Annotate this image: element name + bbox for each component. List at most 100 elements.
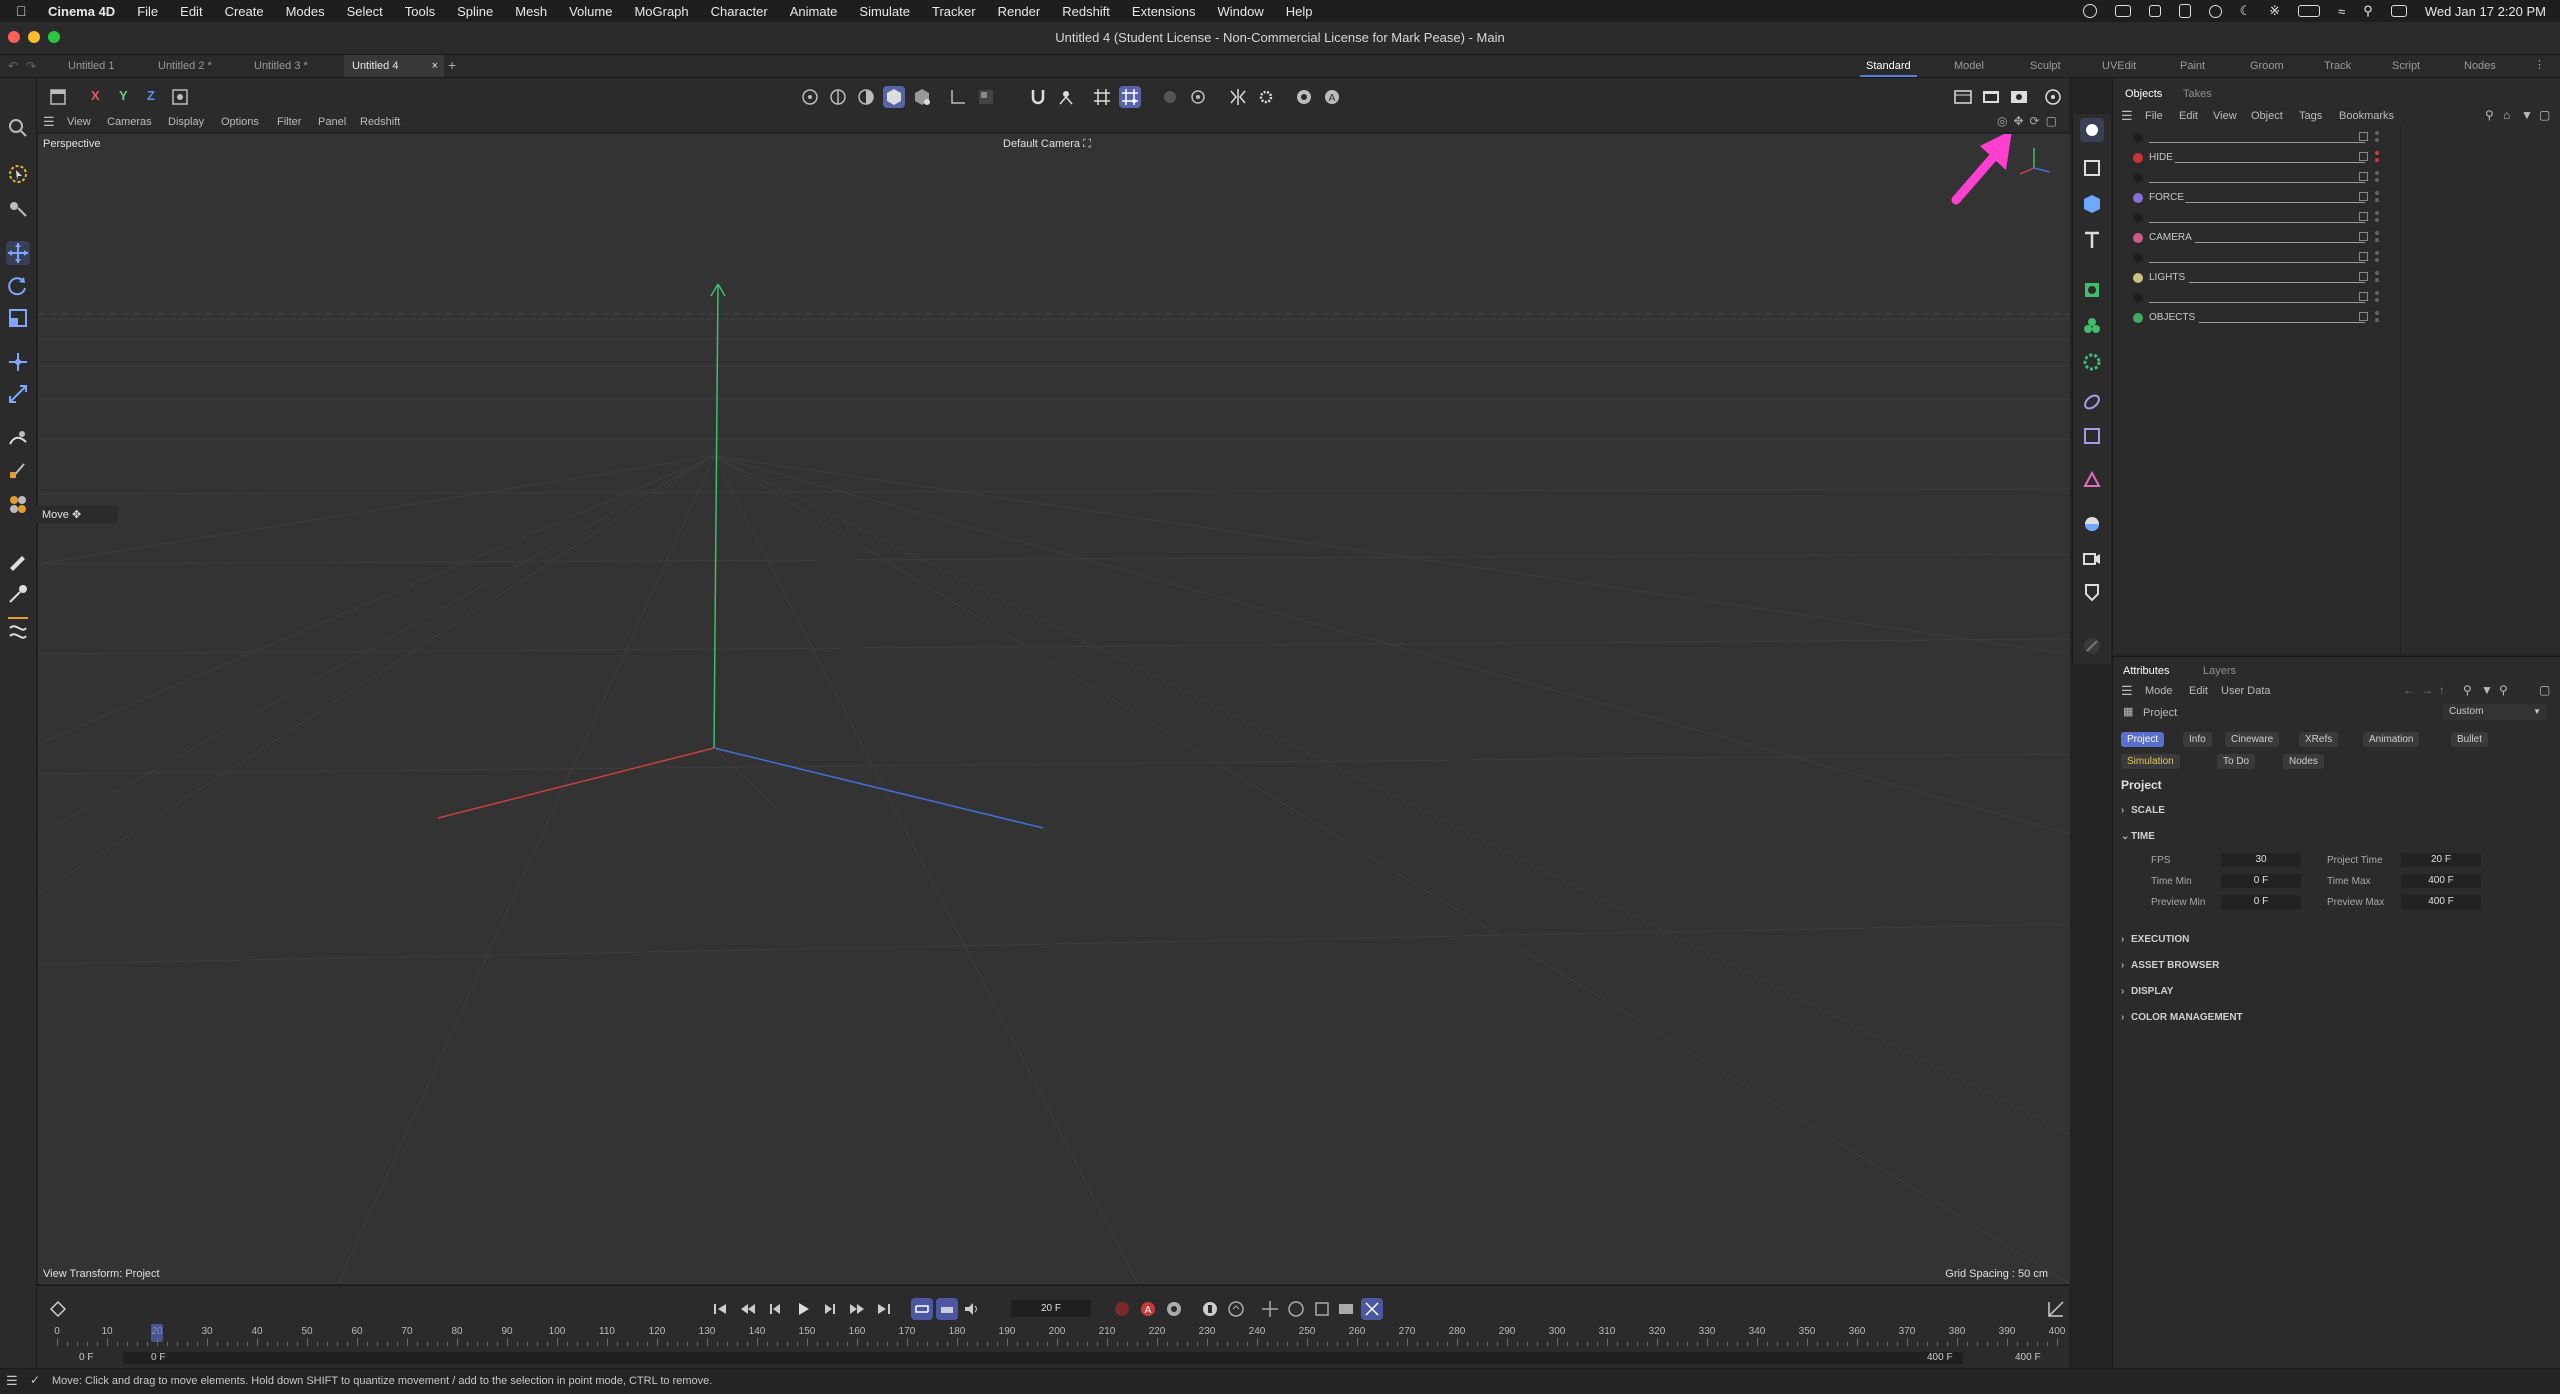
python-icon[interactable] xyxy=(1293,86,1315,108)
render-region-icon[interactable] xyxy=(1952,86,1974,108)
render-visibility-dot[interactable] xyxy=(2375,278,2379,282)
keyframe-diamond-icon[interactable] xyxy=(47,1298,69,1320)
live-selection-icon[interactable] xyxy=(6,196,30,220)
object-row-9[interactable] xyxy=(2113,288,2393,308)
preview-end-field[interactable]: 400 F xyxy=(1927,1352,1953,1363)
field-icon[interactable] xyxy=(2080,390,2104,414)
section-execution[interactable]: › EXECUTION xyxy=(2121,934,2189,945)
spotlight-icon[interactable]: ⚲ xyxy=(2363,3,2373,19)
tweak-mode-icon[interactable] xyxy=(975,86,997,108)
viewport-menu-options[interactable]: Options xyxy=(221,116,259,128)
objects-menu-edit[interactable]: Edit xyxy=(2179,110,2198,122)
record-active-objects-icon[interactable] xyxy=(1111,1298,1133,1320)
editor-visibility-dot[interactable] xyxy=(2375,211,2379,215)
layout-tab-standard[interactable]: Standard xyxy=(1860,55,1917,77)
object-row-3[interactable] xyxy=(2113,168,2393,188)
editor-visibility-dot[interactable] xyxy=(2375,311,2379,315)
editor-visibility-dot[interactable] xyxy=(2375,171,2379,175)
enable-checkbox[interactable] xyxy=(2359,252,2368,261)
loop-icon[interactable] xyxy=(911,1298,933,1320)
doc-tab-3[interactable]: Untitled 3 * xyxy=(246,55,346,77)
layout-tab-model[interactable]: Model xyxy=(1954,55,1984,77)
fps-field[interactable]: 30 xyxy=(2221,853,2301,867)
menu-file[interactable]: File xyxy=(137,4,158,19)
render-visibility-dot[interactable] xyxy=(2375,298,2379,302)
time-max-field[interactable]: 400 F xyxy=(2401,874,2481,888)
objects-menu-toggle-icon[interactable]: ☰ xyxy=(2121,108,2133,124)
undo-icon[interactable]: ↶ xyxy=(8,59,18,73)
menu-render[interactable]: Render xyxy=(998,4,1041,19)
editor-visibility-dot[interactable] xyxy=(2375,291,2379,295)
menu-mesh[interactable]: Mesh xyxy=(515,4,547,19)
object-row-1[interactable] xyxy=(2113,128,2393,148)
key-scale-icon[interactable] xyxy=(1311,1298,1333,1320)
axis-z-toggle[interactable]: Z xyxy=(141,86,163,108)
menu-mograph[interactable]: MoGraph xyxy=(634,4,688,19)
play-icon[interactable] xyxy=(792,1298,814,1320)
key-position-icon[interactable] xyxy=(1259,1298,1281,1320)
snap-scale-icon[interactable] xyxy=(6,382,30,406)
editor-visibility-dot[interactable] xyxy=(2375,151,2379,155)
viewport-menu-cameras[interactable]: Cameras xyxy=(107,116,152,128)
section-asset-browser[interactable]: › ASSET BROWSER xyxy=(2121,960,2219,971)
battery-icon[interactable] xyxy=(2298,5,2321,17)
magnet-icon[interactable] xyxy=(1027,86,1049,108)
viewport-menu-panel[interactable]: Panel xyxy=(318,116,346,128)
keyframe-selection-icon[interactable] xyxy=(1163,1298,1185,1320)
layout-tab-groom[interactable]: Groom xyxy=(2250,55,2284,77)
viewport-menu-redshift[interactable]: Redshift xyxy=(360,116,400,128)
generator-icon[interactable] xyxy=(2080,278,2104,302)
rotate-tool-icon[interactable] xyxy=(6,274,30,298)
attributes-menu-mode[interactable]: Mode xyxy=(2145,685,2173,697)
end-frame-field[interactable]: 400 F xyxy=(2015,1352,2041,1363)
workplane-snap-icon[interactable] xyxy=(1119,86,1141,108)
menu-modes[interactable]: Modes xyxy=(286,4,325,19)
viewport-menu-filter[interactable]: Filter xyxy=(277,116,301,128)
volume-icon[interactable] xyxy=(2080,468,2104,492)
key-mode-icon[interactable] xyxy=(1199,1298,1221,1320)
key-pla-icon[interactable] xyxy=(1361,1298,1383,1320)
menu-character[interactable]: Character xyxy=(711,4,768,19)
menu-simulate[interactable]: Simulate xyxy=(859,4,910,19)
layers-tab[interactable]: Layers xyxy=(2203,665,2236,677)
object-row-5[interactable] xyxy=(2113,208,2393,228)
move-tool-icon[interactable] xyxy=(6,241,30,265)
editor-visibility-dot[interactable] xyxy=(2375,131,2379,135)
chip-project[interactable]: Project xyxy=(2121,732,2165,747)
attributes-menu-toggle-icon[interactable]: ☰ xyxy=(2121,683,2133,699)
control-center-icon[interactable] xyxy=(2390,5,2407,17)
enable-checkbox[interactable] xyxy=(2359,312,2368,321)
render-visibility-dot[interactable] xyxy=(2375,318,2379,322)
polygons-mode-icon[interactable] xyxy=(855,86,877,108)
record-icon[interactable] xyxy=(2082,4,2097,18)
character-tool-icon[interactable] xyxy=(6,492,30,516)
layout-tab-sculpt[interactable]: Sculpt xyxy=(2030,55,2061,77)
doc-tab-1[interactable]: Untitled 1 xyxy=(60,55,156,77)
layout-tab-uvedit[interactable]: UVEdit xyxy=(2102,55,2136,77)
preview-max-field[interactable]: 400 F xyxy=(2401,895,2481,909)
render-visibility-dot[interactable] xyxy=(2375,138,2379,142)
more-options-icon[interactable]: ⋮ xyxy=(2534,58,2545,71)
asset-browser-icon[interactable]: A xyxy=(1321,86,1343,108)
playhead[interactable] xyxy=(151,1324,163,1342)
layout-tab-track[interactable]: Track xyxy=(2324,55,2351,77)
menu-extensions[interactable]: Extensions xyxy=(1132,4,1196,19)
doc-tab-2[interactable]: Untitled 2 * xyxy=(150,55,250,77)
editor-visibility-dot[interactable] xyxy=(2375,231,2379,235)
playback-rate-icon[interactable] xyxy=(936,1298,958,1320)
menu-spline[interactable]: Spline xyxy=(457,4,493,19)
axis-x-toggle[interactable]: X xyxy=(85,86,107,108)
sun-icon[interactable] xyxy=(2208,4,2222,18)
viewport-projection-label[interactable]: Perspective xyxy=(43,138,100,150)
section-scale[interactable]: › SCALE xyxy=(2121,805,2165,816)
text-tool-icon[interactable] xyxy=(2080,228,2104,252)
grid-app-icon[interactable] xyxy=(2148,5,2161,17)
range-bar[interactable] xyxy=(123,1352,1963,1364)
layout-tab-script[interactable]: Script xyxy=(2392,55,2420,77)
pipette-icon[interactable] xyxy=(6,582,30,606)
current-frame-field[interactable]: 20 F xyxy=(1011,1300,1091,1317)
sculpt-tool-icon[interactable] xyxy=(6,620,30,644)
frame-ruler[interactable]: 0102030405060708090100110120130140150160… xyxy=(37,1322,2069,1348)
coordinate-system-icon[interactable] xyxy=(169,86,191,108)
objects-filter-icon[interactable]: ▼ xyxy=(2521,108,2533,122)
